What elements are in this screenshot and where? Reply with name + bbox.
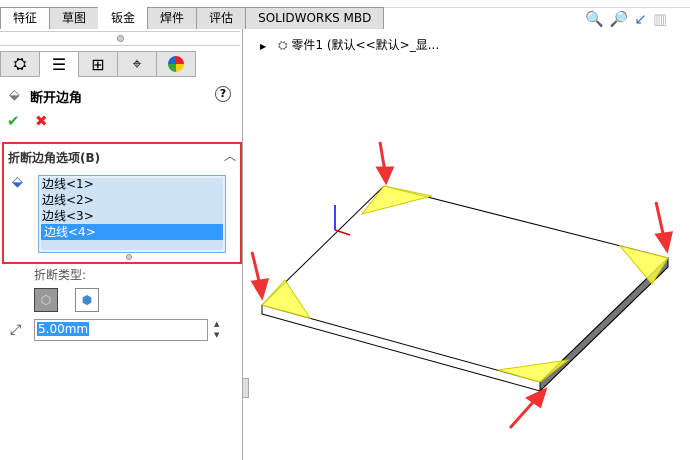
color-wheel-icon (168, 56, 184, 72)
list-item[interactable]: 边线<2> (39, 192, 225, 208)
part-icon: ⛭ (13, 54, 27, 73)
section-title: 折断边角选项(B) (8, 151, 101, 165)
distance-input[interactable]: 5.00mm (34, 319, 208, 341)
collapse-chevron-icon[interactable]: ︿ (224, 147, 236, 164)
distance-spinner[interactable]: ▲ ▼ (214, 319, 224, 341)
edge-selection-list[interactable]: 边线<1> 边线<2> 边线<3> 边线<4> (38, 175, 226, 253)
sheet-metal-plate (261, 185, 669, 393)
cancel-button[interactable]: ✖ (35, 112, 48, 130)
list-item[interactable]: 边线<1> (39, 176, 225, 192)
list-icon: ☰ (51, 54, 67, 74)
configuration-manager-tab[interactable]: ⊞ (78, 51, 118, 77)
tab-sketch[interactable]: 草图 (49, 7, 100, 29)
crosshair-icon: ⌖ (132, 54, 142, 73)
divider (0, 31, 240, 32)
help-icon[interactable]: ? (215, 86, 231, 102)
distance-icon: ⤢ (10, 322, 22, 338)
distance-value: 5.00mm (37, 322, 90, 336)
tab-features[interactable]: 特征 (0, 7, 51, 29)
feature-title: 断开边角 (30, 91, 83, 106)
break-type-label: 折断类型: (34, 268, 87, 282)
tab-mbd[interactable]: SOLIDWORKS MBD (245, 7, 385, 29)
zoom-to-area-icon[interactable]: 🔎 (610, 10, 629, 28)
tab-sheet-metal[interactable]: 钣金 (98, 7, 149, 29)
previous-view-icon[interactable]: ↙ (634, 10, 647, 28)
ok-button[interactable]: ✔ (7, 112, 20, 130)
property-manager-tab[interactable]: ☰ (39, 51, 79, 77)
property-manager: ⛭ ☰ ⊞ ⌖ ⬙ 断开边角 ? ✔ ✖ 折断边角选项(B) ︿ ⬙ 边线<1>… (0, 29, 243, 460)
divider (0, 45, 240, 46)
list-item-selected[interactable]: 边线<4> (41, 224, 223, 240)
edge-selection-icon: ⬙ (12, 174, 23, 190)
tab-weldments[interactable]: 焊件 (147, 7, 198, 29)
display-manager-tab[interactable] (156, 51, 196, 77)
command-manager-tabs: 特征 草图 钣金 焊件 评估 SOLIDWORKS MBD (0, 7, 385, 29)
chamfer-type-button[interactable]: ⬡ (34, 288, 58, 312)
break-corner-options-group: 折断边角选项(B) ︿ ⬙ 边线<1> 边线<2> 边线<3> 边线<4> (2, 142, 242, 264)
config-icon: ⊞ (91, 54, 105, 74)
list-resize-handle[interactable] (126, 254, 132, 260)
break-corner-icon: ⬙ (9, 87, 20, 103)
feature-manager-tab[interactable]: ⛭ (0, 51, 40, 77)
view-toolbar: 🔍 🔎 ↙ ▥ (585, 10, 667, 28)
dimxpert-tab[interactable]: ⌖ (117, 51, 157, 77)
fillet-type-button[interactable]: ⬢ (75, 288, 99, 312)
zoom-to-fit-icon[interactable]: 🔍 (585, 10, 604, 28)
section-view-icon[interactable]: ▥ (653, 10, 667, 28)
tab-evaluate[interactable]: 评估 (196, 7, 247, 29)
resize-handle[interactable] (117, 35, 124, 42)
list-item[interactable]: 边线<3> (39, 208, 225, 224)
graphics-area[interactable] (247, 29, 690, 460)
